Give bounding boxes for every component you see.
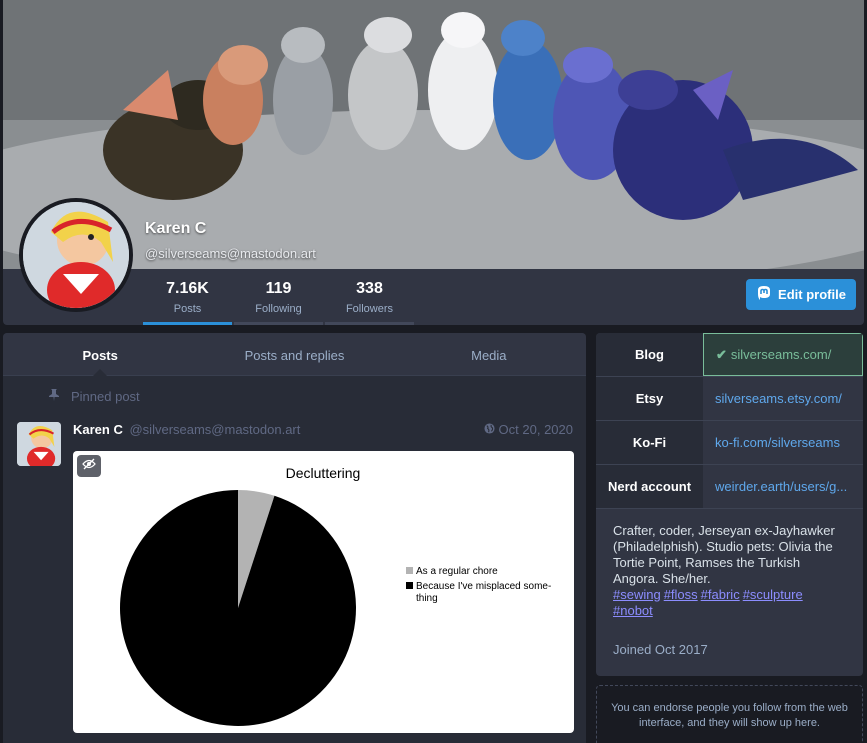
- profile-handle: @silverseams@mastodon.art: [145, 246, 316, 261]
- legend-label-0: As a regular chore: [416, 566, 498, 577]
- legend-swatch-1: [406, 582, 413, 589]
- counter-number: 119: [265, 280, 292, 297]
- edit-profile-label: Edit profile: [778, 287, 846, 302]
- globe-icon: [484, 422, 495, 437]
- counter-number: 338: [356, 280, 383, 297]
- profile-field-etsy: Etsy silverseams.etsy.com/: [596, 377, 863, 421]
- profile-field-kofi: Ko-Fi ko-fi.com/silverseams: [596, 421, 863, 465]
- profile-info-panel: Blog ✔ silverseams.com/ Etsy silverseams…: [596, 333, 863, 676]
- bio-hashtags: #sewing #floss #fabric #sculpture #nobot: [613, 587, 846, 619]
- chart-title: Decluttering: [286, 465, 361, 481]
- header-banner-image: [3, 0, 864, 269]
- tab-posts-and-replies[interactable]: Posts and replies: [197, 333, 391, 375]
- field-name: Ko-Fi: [596, 421, 703, 464]
- profile-field-nerd-account: Nerd account weirder.earth/users/g...: [596, 465, 863, 509]
- mastodon-icon: [756, 285, 772, 304]
- profile-avatar[interactable]: [19, 198, 133, 312]
- verified-check-icon: ✔: [716, 346, 727, 362]
- hide-media-button[interactable]: [77, 455, 101, 477]
- field-name: Etsy: [596, 377, 703, 420]
- legend-label-1: thing: [416, 593, 438, 604]
- field-name: Nerd account: [596, 465, 703, 508]
- field-link[interactable]: silverseams.com/: [731, 347, 831, 362]
- following-counter[interactable]: 119 Following: [234, 269, 323, 325]
- status-timestamp[interactable]: Oct 20, 2020: [484, 422, 573, 437]
- hashtag-link[interactable]: #fabric: [701, 587, 740, 602]
- legend-label-1: Because I've misplaced some-: [416, 581, 551, 592]
- field-link[interactable]: ko-fi.com/silverseams: [715, 435, 840, 450]
- counter-label: Following: [255, 303, 302, 315]
- status-author[interactable]: Karen C @silverseams@mastodon.art: [73, 422, 300, 437]
- tab-posts[interactable]: Posts: [3, 333, 197, 376]
- tab-media[interactable]: Media: [392, 333, 586, 375]
- account-timeline: Posts Posts and replies Media Pinned pos…: [3, 333, 586, 743]
- status-avatar[interactable]: [17, 422, 61, 466]
- counter-number: 7.16K: [166, 280, 209, 297]
- hashtag-link[interactable]: #sculpture: [743, 587, 803, 602]
- field-link[interactable]: silverseams.etsy.com/: [715, 391, 842, 406]
- pie-chart: Decluttering As a regular chore Because I…: [119, 465, 551, 726]
- field-link[interactable]: weirder.earth/users/g...: [715, 479, 847, 494]
- joined-date: Joined Oct 2017: [613, 642, 708, 657]
- field-name: Blog: [596, 333, 703, 376]
- field-value: weirder.earth/users/g...: [703, 465, 863, 508]
- profile-bio: Crafter, coder, Jerseyan ex-Jayhawker (P…: [596, 509, 863, 619]
- status-acct: @silverseams@mastodon.art: [129, 422, 301, 437]
- status-display-name: Karen C: [73, 422, 123, 437]
- eye-slash-icon: [82, 457, 96, 475]
- edit-profile-button[interactable]: Edit profile: [746, 279, 856, 310]
- pie-slice-1: [119, 490, 357, 726]
- hashtag-link[interactable]: #nobot: [613, 603, 653, 618]
- posts-counter[interactable]: 7.16K Posts: [143, 269, 232, 325]
- account-header: Karen C @silverseams@mastodon.art 7.16K …: [3, 0, 864, 325]
- account-counters: 7.16K Posts 119 Following 338 Followers: [143, 269, 416, 325]
- profile-display-name: Karen C: [145, 220, 207, 237]
- profile-field-blog: Blog ✔ silverseams.com/: [596, 333, 863, 377]
- pinned-post-indicator: Pinned post: [3, 376, 586, 416]
- endorsements-empty-message: You can endorse people you follow from t…: [596, 685, 863, 743]
- bio-text: Crafter, coder, Jerseyan ex-Jayhawker (P…: [613, 523, 835, 586]
- counter-underline: [143, 322, 232, 325]
- counter-label: Posts: [173, 303, 202, 315]
- followers-counter[interactable]: 338 Followers: [325, 269, 414, 325]
- counter-underline: [234, 322, 323, 325]
- field-value: silverseams.etsy.com/: [703, 377, 863, 420]
- counter-label: Followers: [345, 303, 394, 315]
- field-value: ko-fi.com/silverseams: [703, 421, 863, 464]
- legend-swatch-0: [406, 567, 413, 574]
- hashtag-link[interactable]: #sewing: [613, 587, 661, 602]
- pinned-label: Pinned post: [71, 388, 140, 404]
- media-attachment[interactable]: Decluttering As a regular chore Because I…: [73, 451, 574, 733]
- pin-icon: [49, 388, 59, 404]
- timeline-tabs: Posts Posts and replies Media: [3, 333, 586, 376]
- hashtag-link[interactable]: #floss: [664, 587, 698, 602]
- status-time-text: Oct 20, 2020: [498, 422, 573, 437]
- counter-underline: [325, 322, 414, 325]
- field-value: ✔ silverseams.com/: [703, 333, 863, 376]
